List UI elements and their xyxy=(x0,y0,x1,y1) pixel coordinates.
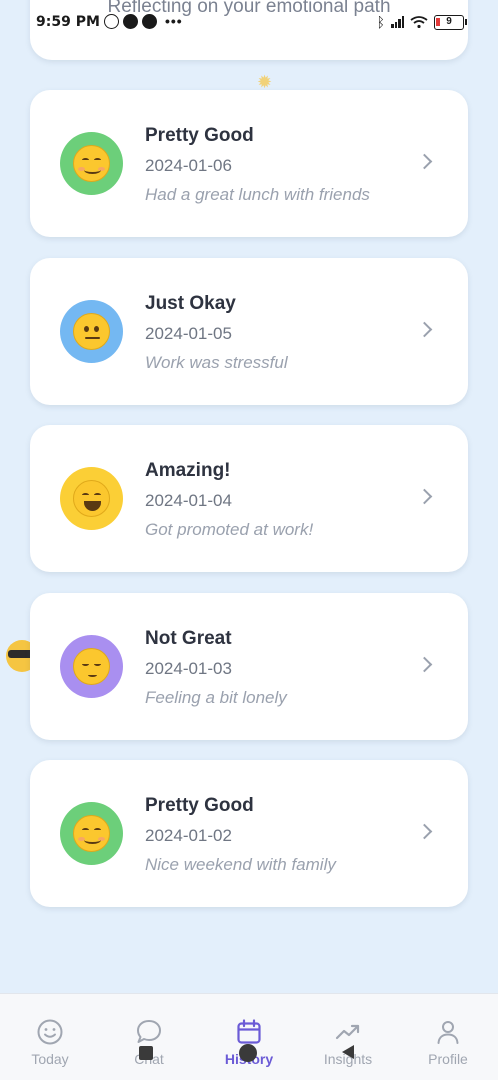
chevron-right-icon[interactable] xyxy=(416,321,433,337)
entry-date: 2024-01-06 xyxy=(145,156,232,175)
chat-bubble-icon xyxy=(137,1020,161,1043)
chevron-right-icon[interactable] xyxy=(416,488,433,505)
chevron-right-icon[interactable] xyxy=(416,656,433,672)
pensive-face-icon xyxy=(73,647,110,685)
smiley-icon xyxy=(37,1019,63,1045)
entry-note: Had a great lunch with friends xyxy=(145,185,370,204)
history-entry[interactable]: Pretty Good 2024-01-06 Had a great lunch… xyxy=(30,90,468,237)
entry-mood-title: Pretty Good xyxy=(145,125,254,146)
whatsapp-icon xyxy=(104,13,119,29)
entry-note: Got promoted at work! xyxy=(145,520,314,539)
status-time: 9:59 PM xyxy=(36,14,100,30)
nav-label: Chat xyxy=(134,1051,164,1067)
entry-date: 2024-01-05 xyxy=(145,323,232,343)
nav-tab-chat[interactable]: Chat xyxy=(99,994,199,1080)
entry-note: Nice weekend with family xyxy=(145,855,336,874)
history-entry[interactable]: Pretty Good 2024-01-02 Nice weekend with… xyxy=(30,760,468,907)
bluetooth-icon: ᛒ xyxy=(376,14,385,30)
nav-tab-insights[interactable]: Insights xyxy=(298,994,398,1080)
entry-date: 2024-01-02 xyxy=(145,826,232,845)
wifi-icon xyxy=(410,16,428,28)
entry-date: 2024-01-03 xyxy=(145,658,232,678)
status-bar: 9:59 PM ••• ᛒ 9 xyxy=(0,8,498,36)
entry-mood-title: Not Great xyxy=(145,627,232,649)
nav-tab-today[interactable]: Today xyxy=(0,994,100,1080)
history-entry[interactable]: Not Great 2024-01-03 Feeling a bit lonel… xyxy=(30,592,468,740)
bottom-navigation: Today Chat History Insights Profile xyxy=(0,993,498,1080)
neutral-face-icon xyxy=(73,312,110,350)
smiling-face-icon xyxy=(73,145,110,182)
chevron-right-icon[interactable] xyxy=(416,823,433,840)
history-entry[interactable]: Amazing! 2024-01-04 Got promoted at work… xyxy=(30,425,468,572)
snapchat-icon xyxy=(142,13,157,29)
history-entry[interactable]: Just Okay 2024-01-05 Work was stressful xyxy=(30,257,468,405)
signal-icon xyxy=(391,16,404,28)
calendar-icon xyxy=(237,1019,261,1044)
nav-label: Insights xyxy=(323,1051,373,1067)
nav-tab-history[interactable]: History xyxy=(199,994,299,1080)
mood-badge xyxy=(60,467,123,530)
entry-mood-title: Amazing! xyxy=(145,460,231,481)
history-list: Pretty Good 2024-01-06 Had a great lunch… xyxy=(30,90,468,928)
person-icon xyxy=(437,1021,459,1044)
grinning-face-icon xyxy=(73,480,110,517)
mood-badge xyxy=(60,299,123,363)
more-notifications-icon: ••• xyxy=(165,13,183,29)
entry-note: Work was stressful xyxy=(145,352,288,372)
entry-date: 2024-01-04 xyxy=(145,491,232,510)
nav-label: History xyxy=(224,1051,274,1067)
nav-label: Profile xyxy=(428,1051,468,1067)
nav-tab-profile[interactable]: Profile xyxy=(398,994,498,1080)
mood-badge xyxy=(60,802,123,865)
mood-badge xyxy=(60,634,123,698)
system-icons: ᛒ 9 xyxy=(376,14,467,30)
mood-badge xyxy=(60,132,123,195)
notification-icons: ••• xyxy=(104,13,183,29)
chevron-right-icon[interactable] xyxy=(416,153,433,170)
trend-up-icon xyxy=(335,1024,360,1040)
entry-mood-title: Just Okay xyxy=(145,292,236,314)
smiling-face-icon xyxy=(73,815,110,852)
nav-label: Today xyxy=(31,1051,69,1067)
entry-note: Feeling a bit lonely xyxy=(145,687,287,707)
navigation-app-icon xyxy=(123,13,138,29)
entry-mood-title: Pretty Good xyxy=(145,795,254,816)
battery-icon: 9 xyxy=(434,14,467,30)
